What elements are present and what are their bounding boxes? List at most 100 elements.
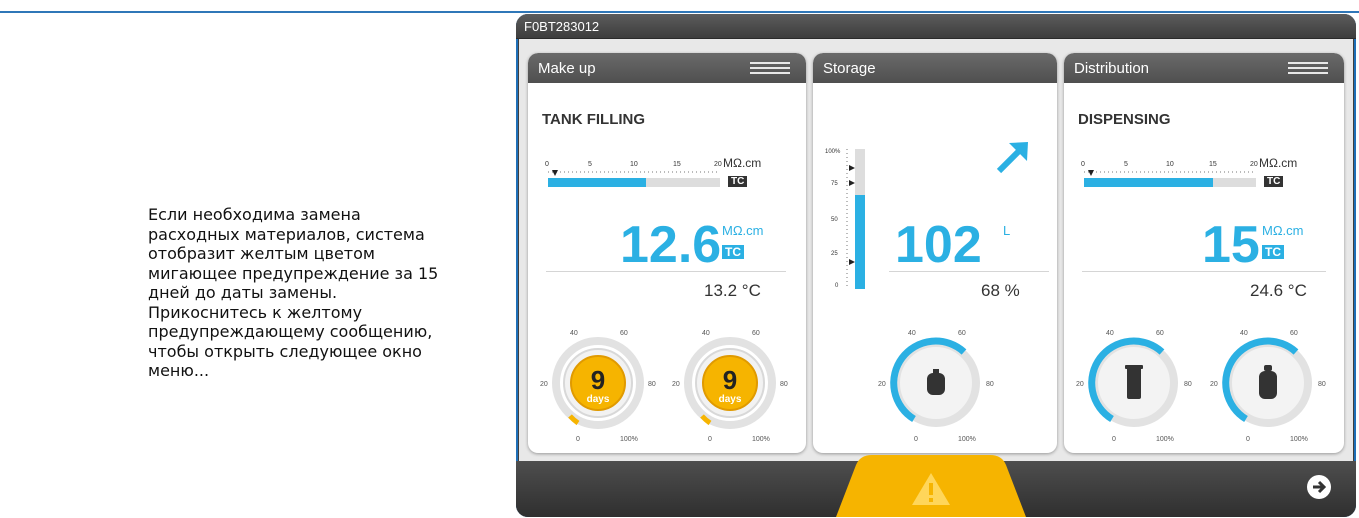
storage-title: Storage — [823, 60, 876, 77]
svg-text:40: 40 — [1106, 330, 1114, 337]
svg-text:5: 5 — [1124, 161, 1128, 168]
svg-text:40: 40 — [908, 330, 916, 337]
device-serial: F0BT283012 — [524, 19, 600, 34]
makeup-panel[interactable]: Make up TANK FILLING 0 5 10 15 20 MΩ.cm … — [528, 53, 806, 453]
svg-text:40: 40 — [1240, 330, 1248, 337]
scale-tick-0: 0 — [545, 161, 549, 168]
svg-text:20: 20 — [1210, 381, 1218, 388]
svg-text:20: 20 — [672, 381, 680, 388]
svg-text:80: 80 — [648, 381, 656, 388]
svg-text:20: 20 — [1076, 381, 1084, 388]
distribution-tc-badge: TC — [1262, 245, 1284, 259]
makeup-title: Make up — [538, 60, 596, 77]
svg-text:100%: 100% — [825, 149, 841, 155]
svg-text:80: 80 — [1184, 381, 1192, 388]
menu-icon[interactable] — [750, 62, 790, 74]
makeup-header: Make up — [528, 53, 806, 83]
svg-text:60: 60 — [958, 330, 966, 337]
svg-text:75: 75 — [831, 181, 838, 187]
arrow-up-right-icon — [996, 142, 1028, 174]
scale-tick-20: 20 — [714, 161, 722, 168]
makeup-dial-2: 40 60 80 100% 0 20 9 days — [672, 330, 788, 443]
svg-text:0: 0 — [835, 283, 839, 289]
distribution-dials: 40 60 80 100% 0 20 40 60 80 100% 0 20 — [1076, 330, 1326, 443]
distribution-temperature: 24.6 °C — [1250, 281, 1307, 300]
svg-text:20: 20 — [1250, 161, 1258, 168]
svg-text:40: 40 — [702, 330, 710, 337]
menu-icon[interactable] — [1288, 62, 1328, 74]
svg-text:0: 0 — [1081, 161, 1085, 168]
svg-text:9: 9 — [723, 365, 737, 395]
device-title-bar: F0BT283012 — [516, 14, 1356, 39]
scale-marker-icon — [552, 170, 558, 176]
svg-text:50: 50 — [831, 217, 838, 223]
makeup-dial-1: 40 60 80 100% 0 20 9 days — [540, 330, 656, 443]
storage-level-gauge: 100% 75 50 25 0 — [825, 149, 865, 289]
divider — [889, 271, 1049, 272]
storage-level-fill — [855, 195, 865, 289]
svg-text:0: 0 — [914, 436, 918, 443]
storage-panel[interactable]: Storage 100% 75 50 25 0 102 L 68 % 40 60… — [813, 53, 1057, 453]
distribution-dial-1: 40 60 80 100% 0 20 — [1076, 330, 1192, 443]
svg-text:100%: 100% — [752, 436, 770, 443]
storage-volume-unit: L — [1003, 223, 1011, 238]
svg-text:10: 10 — [1166, 161, 1174, 168]
svg-text:60: 60 — [1156, 330, 1164, 337]
tank-filling-title: TANK FILLING — [542, 111, 646, 128]
scale-tick-10: 10 — [630, 161, 638, 168]
svg-text:60: 60 — [1290, 330, 1298, 337]
storage-dial: 40 60 80 100% 0 20 — [878, 330, 994, 443]
svg-text:40: 40 — [570, 330, 578, 337]
makeup-temperature: 13.2 °C — [704, 281, 761, 300]
makeup-tc-badge: TC — [722, 245, 744, 259]
dashboard: Make up TANK FILLING 0 5 10 15 20 MΩ.cm … — [519, 39, 1353, 461]
instruction-text: Если необходима замена расходных материа… — [148, 205, 439, 380]
resistivity-scale: 0 5 10 15 20 MΩ.cm TC — [542, 156, 782, 216]
svg-text:100%: 100% — [958, 436, 976, 443]
device-screen: F0BT283012 Make up TANK FILLING 0 5 10 1… — [516, 14, 1356, 517]
scale-tc-badge: TC — [1264, 176, 1284, 187]
scale-fill — [548, 178, 646, 187]
storage-header: Storage — [813, 53, 1057, 83]
distribution-dial-2: 40 60 80 100% 0 20 — [1210, 330, 1326, 443]
svg-text:15: 15 — [1209, 161, 1217, 168]
svg-text:60: 60 — [752, 330, 760, 337]
svg-text:0: 0 — [1246, 436, 1250, 443]
scale-tc-badge: TC — [728, 176, 748, 187]
svg-text:100%: 100% — [620, 436, 638, 443]
svg-text:80: 80 — [986, 381, 994, 388]
arrow-right-circle-icon[interactable] — [1306, 474, 1332, 500]
svg-text:0: 0 — [1112, 436, 1116, 443]
distribution-value-unit: MΩ.cm — [1262, 223, 1304, 238]
top-divider — [0, 11, 1359, 13]
distribution-resistivity-value: 15 — [1202, 216, 1260, 274]
divider — [1082, 271, 1326, 272]
dispensing-title: DISPENSING — [1078, 111, 1171, 128]
scale-tick-5: 5 — [588, 161, 592, 168]
makeup-dials: 40 60 80 100% 0 20 9 days 40 60 80 100% … — [540, 330, 788, 443]
scale-unit: MΩ.cm — [1259, 156, 1298, 170]
svg-text:days: days — [719, 394, 742, 405]
svg-text:9: 9 — [591, 365, 605, 395]
resistivity-scale: 0 5 10 15 20 MΩ.cm TC — [1078, 156, 1318, 216]
scale-fill — [1084, 178, 1213, 187]
svg-text:20: 20 — [540, 381, 548, 388]
svg-text:days: days — [587, 394, 610, 405]
cartridge-icon — [1125, 365, 1143, 399]
distribution-panel[interactable]: Distribution DISPENSING 0 5 10 15 20 MΩ.… — [1064, 53, 1344, 453]
storage-percent: 68 % — [981, 281, 1020, 300]
svg-text:80: 80 — [780, 381, 788, 388]
svg-text:60: 60 — [620, 330, 628, 337]
divider — [546, 271, 786, 272]
svg-text:100%: 100% — [1290, 436, 1308, 443]
svg-text:20: 20 — [878, 381, 886, 388]
scale-tick-15: 15 — [673, 161, 681, 168]
distribution-title: Distribution — [1074, 60, 1150, 77]
warning-alert-button[interactable] — [836, 455, 1026, 517]
svg-text:80: 80 — [1318, 381, 1326, 388]
svg-text:25: 25 — [831, 251, 838, 257]
svg-text:100%: 100% — [1156, 436, 1174, 443]
svg-text:0: 0 — [576, 436, 580, 443]
svg-text:0: 0 — [708, 436, 712, 443]
distribution-header: Distribution — [1064, 53, 1344, 83]
